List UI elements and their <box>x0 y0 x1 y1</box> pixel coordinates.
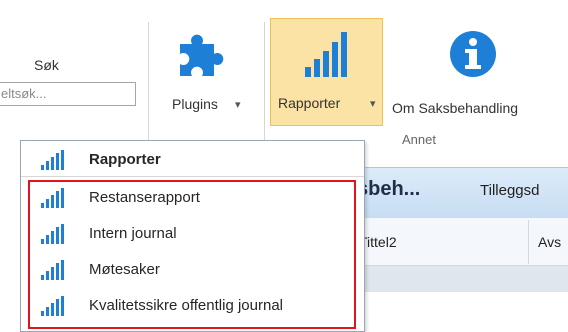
bar-chart-icon <box>41 224 64 244</box>
menu-item-restanserapport[interactable]: Restanserapport <box>21 181 364 215</box>
search-input[interactable]: eltsøk... <box>0 82 136 106</box>
ribbon-separator <box>148 22 149 152</box>
rapporter-label: Rapporter <box>278 95 341 111</box>
chevron-down-icon: ▾ <box>370 98 376 110</box>
puzzle-icon <box>180 34 224 76</box>
menu-item-label: Kvalitetssikre offentlig journal <box>89 297 283 314</box>
tab-tilleggsdata[interactable]: Tilleggsd <box>480 182 539 199</box>
om-saksbehandling-button[interactable]: Om Saksbehandling <box>388 22 563 122</box>
page-title: sbeh... <box>357 178 421 200</box>
search-label: Søk <box>34 57 59 73</box>
plugins-label: Plugins <box>172 96 218 112</box>
bar-chart-icon <box>41 150 64 170</box>
chevron-down-icon: ▾ <box>235 99 241 111</box>
table-row[interactable] <box>355 266 568 292</box>
ribbon: Søk eltsøk... Plugins ▾ Rapporter ▾ Om S… <box>0 0 568 160</box>
ribbon-separator <box>264 22 265 152</box>
info-icon <box>450 31 496 77</box>
menu-divider <box>21 176 364 177</box>
menu-item-label: Møtesaker <box>89 261 160 278</box>
column-divider <box>528 220 529 264</box>
menu-item-label: Restanserapport <box>89 189 200 206</box>
ribbon-group-label: Annet <box>402 132 436 147</box>
menu-item-label: Intern journal <box>89 225 177 242</box>
plugins-button[interactable]: Plugins ▾ <box>156 22 254 122</box>
rapporter-button[interactable]: Rapporter ▾ <box>270 18 383 126</box>
menu-item-kvalitetssikre-offentlig-journal[interactable]: Kvalitetssikre offentlig journal <box>21 289 364 323</box>
om-saksbehandling-label: Om Saksbehandling <box>392 100 519 116</box>
menu-heading-label: Rapporter <box>89 151 161 168</box>
bar-chart-icon <box>41 188 64 208</box>
menu-item-intern-journal[interactable]: Intern journal <box>21 217 364 251</box>
menu-heading: Rapporter <box>21 143 364 177</box>
menu-item-motesaker[interactable]: Møtesaker <box>21 253 364 287</box>
column-header-avs[interactable]: Avs <box>538 234 561 250</box>
bar-chart-icon <box>41 260 64 280</box>
rapporter-dropdown-menu: Rapporter Restanserapport Intern journal… <box>20 140 365 332</box>
bar-chart-icon <box>41 296 64 316</box>
bar-chart-icon <box>305 32 347 77</box>
